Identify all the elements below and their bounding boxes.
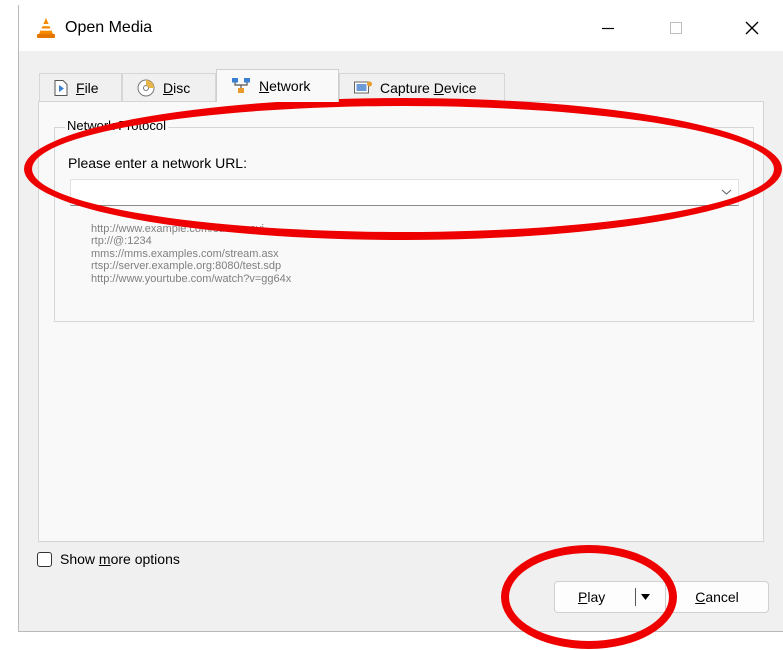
tab-network-label: etwork	[269, 78, 311, 94]
tab-capture-label: evice	[443, 79, 477, 96]
tab-disc-label: isc	[173, 79, 191, 96]
tab-capture-device[interactable]: Capture Device	[339, 73, 505, 101]
url-example: rtp://@:1234	[91, 235, 152, 248]
open-media-dialog: Open Media File Disc Network Capture Dev…	[18, 5, 783, 632]
cancel-mnemonic: C	[695, 589, 706, 605]
network-icon	[232, 78, 250, 93]
cancel-button[interactable]: Cancel	[665, 581, 769, 613]
url-example: http://www.example.com/stream.avi	[91, 223, 265, 235]
capture-device-icon	[354, 81, 372, 93]
tab-network[interactable]: Network	[216, 69, 339, 102]
maximize-icon	[670, 22, 682, 34]
url-example: rtsp://server.example.org:8080/test.sdp	[91, 260, 282, 273]
close-icon	[745, 21, 759, 35]
url-example: http://www.yourtube.com/watch?v=gg64x	[91, 272, 292, 285]
url-label: Please enter a network URL:	[68, 155, 247, 171]
minimize-icon	[602, 27, 614, 30]
group-title: Network Protocol	[65, 118, 168, 133]
tab-network-mnemonic: N	[259, 78, 270, 94]
cancel-label: ancel	[705, 589, 739, 605]
tab-capture-mnemonic: D	[433, 79, 444, 96]
show-more-options-label[interactable]: Show more options	[60, 551, 180, 567]
tab-file-mnemonic: F	[76, 79, 85, 96]
play-button[interactable]: Play	[554, 581, 669, 613]
maximize-button[interactable]	[649, 5, 703, 51]
tab-capture-label-prefix: Capture	[380, 79, 434, 96]
file-icon	[54, 79, 68, 96]
chevron-down-icon[interactable]	[721, 188, 732, 196]
tab-disc-mnemonic: D	[163, 79, 174, 96]
tab-file[interactable]: File	[39, 73, 122, 101]
url-example: mms://mms.examples.com/stream.asx	[91, 247, 279, 260]
url-examples: http://www.example.com/stream.avi rtp://…	[91, 223, 291, 285]
tab-disc[interactable]: Disc	[122, 73, 216, 101]
split-divider	[635, 588, 636, 606]
url-combobox[interactable]	[70, 179, 739, 206]
network-panel: Network Protocol Please enter a network …	[38, 101, 764, 542]
network-url-input[interactable]	[71, 180, 723, 205]
show-more-options-checkbox[interactable]	[37, 552, 52, 567]
vlc-cone-icon	[37, 18, 55, 38]
play-label: lay	[587, 589, 606, 605]
window-title: Open Media	[65, 19, 153, 36]
minimize-button[interactable]	[581, 5, 635, 51]
disc-icon	[137, 79, 155, 96]
dropdown-arrow-icon[interactable]	[641, 594, 650, 600]
network-protocol-group: Network Protocol Please enter a network …	[54, 118, 754, 322]
close-button[interactable]	[725, 5, 779, 51]
tab-file-label: ile	[84, 79, 99, 96]
title-bar: Open Media	[19, 5, 783, 51]
play-mnemonic: P	[578, 589, 588, 605]
